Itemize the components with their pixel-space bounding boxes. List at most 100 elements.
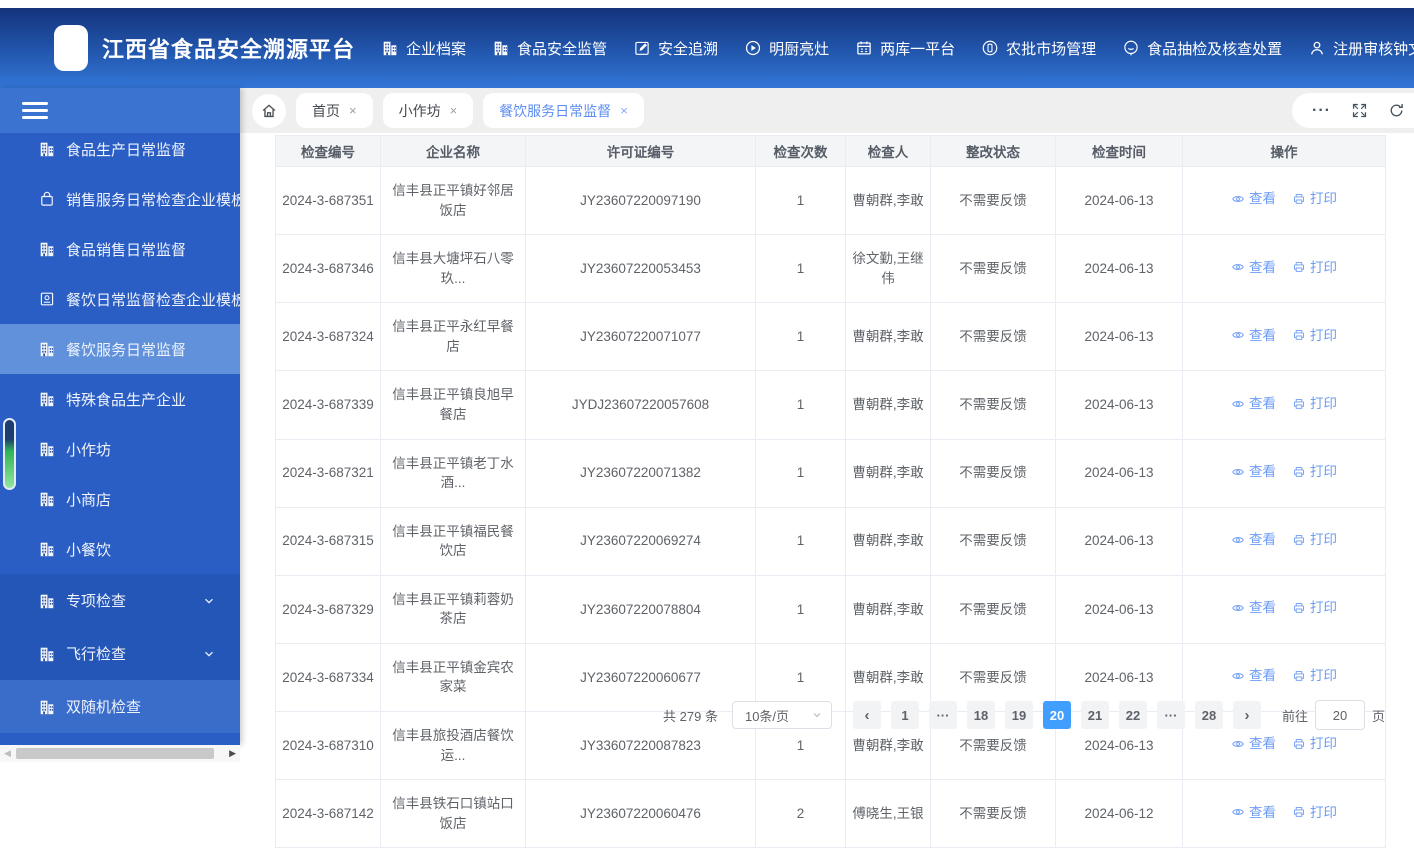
page-button[interactable]: 19: [1004, 701, 1033, 729]
col-check-time: 检查时间: [1055, 135, 1183, 167]
cell-inspector: 徐文勤,王继伟: [845, 234, 931, 304]
print-link[interactable]: 打印: [1292, 734, 1337, 754]
print-link[interactable]: 打印: [1292, 326, 1337, 346]
cell-enterprise-name: 信丰县铁石口镇站口饭店: [380, 779, 526, 848]
cell-check-time: 2024-06-13: [1055, 438, 1183, 508]
cell-license-no: JYDJ23607220057608: [525, 370, 756, 440]
cell-inspector: 曹朝群,李敢: [845, 165, 931, 236]
more-tabs-icon[interactable]: ···: [1312, 102, 1331, 118]
page-button[interactable]: ···: [928, 701, 957, 729]
col-license-no: 许可证编号: [525, 135, 756, 167]
sidebar-item[interactable]: 销售服务日常检查企业模板: [0, 174, 240, 224]
print-link[interactable]: 打印: [1292, 803, 1337, 823]
goto-page-input[interactable]: [1314, 700, 1365, 730]
cell-check-time: 2024-06-13: [1055, 234, 1183, 304]
view-link[interactable]: 查看: [1231, 803, 1276, 823]
refresh-icon[interactable]: [1388, 102, 1405, 119]
view-link[interactable]: 查看: [1231, 462, 1276, 482]
page-button[interactable]: 1: [890, 701, 919, 729]
view-link[interactable]: 查看: [1231, 734, 1276, 754]
close-icon[interactable]: ×: [450, 103, 458, 118]
printer-icon: [1292, 397, 1306, 411]
nav-item-food-safety-supervision[interactable]: 食品安全监管: [492, 38, 607, 59]
col-rectify-status: 整改状态: [930, 135, 1056, 167]
page-size-select[interactable]: 10条/页: [731, 701, 832, 729]
sidebar-item-label: 销售服务日常检查企业模板: [66, 191, 240, 209]
sidebar-item[interactable]: 专项检查: [0, 574, 240, 627]
goto-page: 前往 页: [1282, 700, 1385, 730]
fullscreen-icon[interactable]: [1351, 102, 1368, 119]
tab-xiaozuofang[interactable]: 小作坊 ×: [382, 93, 474, 128]
horizontal-scrollbar-thumb[interactable]: [16, 748, 214, 759]
nav-item-register-audit[interactable]: 注册审核: [1308, 38, 1393, 59]
next-page-button[interactable]: ›: [1232, 701, 1261, 729]
sidebar-item[interactable]: 食品销售日常监督: [0, 224, 240, 274]
view-link[interactable]: 查看: [1231, 598, 1276, 618]
sidebar-item[interactable]: 飞行检查: [0, 627, 240, 680]
view-link[interactable]: 查看: [1231, 189, 1276, 209]
sidebar-vertical-scrollbar-thumb[interactable]: [3, 418, 16, 490]
sidebar-item[interactable]: 特殊食品生产企业: [0, 374, 240, 424]
user-menu[interactable]: 钟文浩: [1393, 38, 1414, 59]
sidebar-item[interactable]: 小作坊: [0, 424, 240, 474]
sidebar-item[interactable]: 双随机检查: [0, 680, 240, 733]
cell-check-count: 1: [755, 438, 846, 508]
page-button[interactable]: 20: [1042, 701, 1071, 729]
print-link[interactable]: 打印: [1292, 462, 1337, 482]
print-link[interactable]: 打印: [1292, 189, 1337, 209]
cell-operations: 查看 打印: [1182, 302, 1386, 372]
sidebar-menu: 食品生产日常监督 销售服务日常检查企业模板 食品销售日常监督 餐饮日常监督检查企…: [0, 124, 240, 733]
printer-icon: [1292, 328, 1306, 342]
cell-inspector: 曹朝群,李敢: [845, 438, 931, 508]
scroll-right-arrow-icon[interactable]: ▶: [229, 748, 236, 759]
print-link[interactable]: 打印: [1292, 598, 1337, 618]
table-row: 2024-3-687324 信丰县正平永红早餐店 JY2360722007107…: [275, 302, 1386, 372]
view-link[interactable]: 查看: [1231, 666, 1276, 686]
sidebar-horizontal-scrollbar[interactable]: ◀ ▶: [0, 745, 240, 762]
page-button[interactable]: 28: [1194, 701, 1223, 729]
cell-enterprise-name: 信丰县正平永红早餐店: [380, 302, 526, 372]
sidebar-item[interactable]: 餐饮服务日常监督: [0, 324, 240, 374]
page-button[interactable]: 21: [1080, 701, 1109, 729]
close-icon[interactable]: ×: [349, 103, 357, 118]
nav-item-safety-trace[interactable]: 安全追溯: [633, 38, 718, 59]
print-link[interactable]: 打印: [1292, 258, 1337, 278]
view-link[interactable]: 查看: [1231, 394, 1276, 414]
eye-icon: [1231, 533, 1245, 547]
scroll-left-arrow-icon[interactable]: ◀: [4, 748, 11, 759]
nav-item-two-db-platform[interactable]: 两库一平台: [855, 38, 955, 59]
printer-icon: [1292, 260, 1306, 274]
page-button[interactable]: 18: [966, 701, 995, 729]
cell-license-no: JY23607220069274: [525, 506, 756, 576]
view-link[interactable]: 查看: [1231, 258, 1276, 278]
print-link[interactable]: 打印: [1292, 530, 1337, 550]
sidebar-item[interactable]: 餐饮日常监督检查企业模板: [0, 274, 240, 324]
nav-item-bright-kitchen[interactable]: 明厨亮灶: [744, 38, 829, 59]
page-button[interactable]: ···: [1156, 701, 1185, 729]
print-link[interactable]: 打印: [1292, 394, 1337, 414]
tab-label: 餐饮服务日常监督: [499, 102, 612, 119]
sidebar-item[interactable]: 小餐饮: [0, 524, 240, 574]
tab-catering-daily-supervision[interactable]: 餐饮服务日常监督 ×: [483, 93, 644, 128]
cell-check-count: 1: [755, 574, 846, 644]
tab-home[interactable]: 首页 ×: [296, 93, 373, 128]
page-button[interactable]: 22: [1118, 701, 1147, 729]
view-link[interactable]: 查看: [1231, 530, 1276, 550]
view-link[interactable]: 查看: [1231, 326, 1276, 346]
cell-operations: 查看 打印: [1182, 506, 1386, 576]
home-icon: [260, 102, 278, 120]
sidebar-item-label: 飞行检查: [66, 646, 127, 663]
nav-item-sampling-inspection[interactable]: 食品抽检及核查处置: [1122, 38, 1282, 59]
prev-page-button[interactable]: ‹: [852, 701, 881, 729]
nav-item-enterprise-archive[interactable]: 企业档案: [381, 38, 466, 59]
content-area: 检查编号 企业名称 许可证编号 检查次数 检查人 整改状态 检查时间 操作 20…: [240, 133, 1414, 848]
close-icon[interactable]: ×: [620, 103, 628, 118]
hamburger-menu-icon[interactable]: [22, 98, 48, 123]
home-tab-button[interactable]: [252, 93, 286, 128]
print-link[interactable]: 打印: [1292, 666, 1337, 686]
sidebar-item[interactable]: 小商店: [0, 474, 240, 524]
col-enterprise-name: 企业名称: [380, 135, 526, 167]
nav-item-farm-market[interactable]: 农批市场管理: [981, 38, 1096, 59]
cell-enterprise-name: 信丰县旅投酒店餐饮运...: [380, 710, 526, 781]
cell-license-no: JY23607220078804: [525, 574, 756, 644]
